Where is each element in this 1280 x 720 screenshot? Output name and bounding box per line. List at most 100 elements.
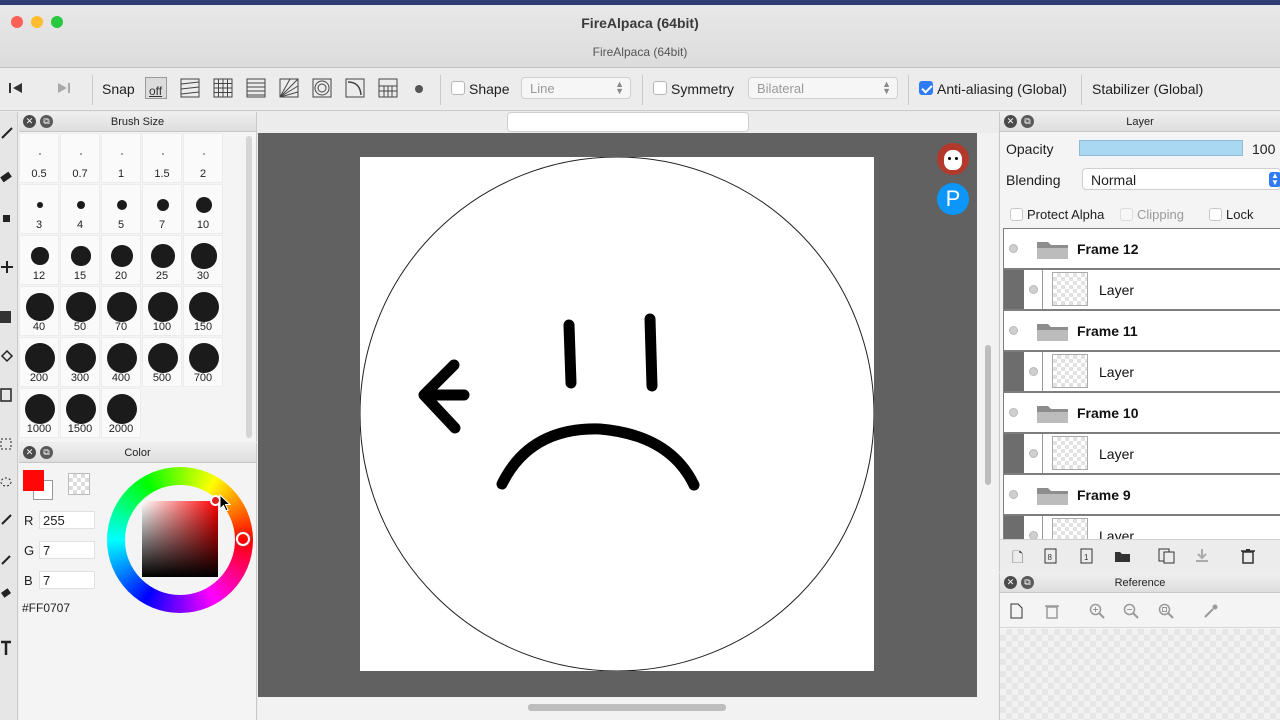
snap-circle-icon[interactable] bbox=[311, 77, 333, 99]
visibility-toggle-icon[interactable] bbox=[1009, 490, 1018, 499]
select-eraser-tool-icon[interactable] bbox=[0, 586, 14, 600]
layer-row[interactable]: Layer bbox=[1003, 269, 1280, 310]
brush-size-option[interactable]: 1.5 bbox=[142, 133, 182, 183]
merge-down-icon[interactable] bbox=[1194, 548, 1210, 564]
brush-size-option[interactable]: 4 bbox=[60, 184, 100, 234]
primary-color-swatch[interactable] bbox=[23, 470, 44, 491]
text-tool-icon[interactable] bbox=[0, 640, 14, 656]
visibility-toggle-icon[interactable] bbox=[1009, 244, 1018, 253]
hue-picker-handle[interactable] bbox=[236, 532, 250, 546]
brush-size-option[interactable]: 25 bbox=[142, 235, 182, 285]
zoom-in-icon[interactable] bbox=[1089, 603, 1105, 619]
select-tool-icon[interactable] bbox=[0, 438, 14, 452]
fit-zoom-icon[interactable] bbox=[1158, 603, 1174, 619]
previous-frame-icon[interactable] bbox=[8, 81, 24, 95]
magic-wand-tool-icon[interactable] bbox=[0, 512, 14, 526]
protect-alpha-checkbox[interactable] bbox=[1010, 208, 1023, 221]
visibility-toggle-icon[interactable] bbox=[1009, 326, 1018, 335]
brush-size-option[interactable]: 12 bbox=[19, 235, 59, 285]
brush-size-option[interactable]: 500 bbox=[142, 337, 182, 387]
brush-size-option[interactable]: 50 bbox=[60, 286, 100, 336]
close-panel-icon[interactable]: ✕ bbox=[23, 446, 36, 459]
brush-size-option[interactable]: 5 bbox=[101, 184, 141, 234]
select-pen-tool-icon[interactable] bbox=[0, 552, 14, 566]
brush-size-option[interactable]: 2 bbox=[183, 133, 223, 183]
drawing-canvas[interactable] bbox=[360, 157, 874, 671]
snap-cross-icon[interactable] bbox=[245, 77, 267, 99]
close-panel-icon[interactable]: ✕ bbox=[23, 115, 36, 128]
canvas-vertical-scrollbar[interactable] bbox=[977, 133, 998, 697]
detach-panel-icon[interactable]: ⧉ bbox=[1021, 115, 1034, 128]
blue-value-field[interactable]: 7 bbox=[39, 571, 95, 589]
duplicate-layer-icon[interactable] bbox=[1158, 548, 1176, 564]
dot-tool-icon[interactable] bbox=[0, 212, 14, 226]
detach-panel-icon[interactable]: ⧉ bbox=[1021, 576, 1034, 589]
pixiv-icon[interactable]: P bbox=[937, 183, 969, 215]
eyedropper-icon[interactable] bbox=[1203, 603, 1219, 619]
symmetry-checkbox[interactable] bbox=[653, 81, 667, 95]
symmetry-select[interactable]: Bilateral ▲ ▼ bbox=[748, 77, 898, 99]
new-folder-icon[interactable] bbox=[1114, 549, 1132, 563]
close-panel-icon[interactable]: ✕ bbox=[1004, 576, 1017, 589]
layer-folder-row[interactable]: Frame 11 bbox=[1003, 310, 1280, 351]
layer-row[interactable]: Layer bbox=[1003, 515, 1280, 539]
antialiasing-checkbox[interactable] bbox=[919, 81, 933, 95]
red-value-field[interactable]: 255 bbox=[39, 511, 95, 529]
transparent-color-swatch[interactable] bbox=[68, 473, 90, 495]
close-panel-icon[interactable]: ✕ bbox=[1004, 115, 1017, 128]
brush-size-scrollbar[interactable] bbox=[246, 136, 252, 438]
new-layer-icon[interactable]: 🗋 bbox=[1012, 547, 1023, 571]
stabilizer-label[interactable]: Stabilizer (Global) bbox=[1092, 81, 1203, 97]
snap-parallel-icon[interactable] bbox=[179, 77, 201, 99]
layer-row[interactable]: Layer bbox=[1003, 433, 1280, 474]
detach-panel-icon[interactable]: ⧉ bbox=[40, 446, 53, 459]
brush-size-option[interactable]: 1000 bbox=[19, 388, 59, 438]
lock-checkbox[interactable] bbox=[1209, 208, 1222, 221]
brush-size-option[interactable]: 1 bbox=[101, 133, 141, 183]
open-reference-icon[interactable] bbox=[1010, 603, 1024, 619]
alpaca-icon[interactable] bbox=[937, 143, 969, 175]
brush-size-option[interactable]: 200 bbox=[19, 337, 59, 387]
move-tool-icon[interactable] bbox=[0, 260, 14, 274]
brush-size-option[interactable]: 10 bbox=[183, 184, 223, 234]
bucket-tool-icon[interactable] bbox=[0, 350, 14, 364]
zoom-out-icon[interactable] bbox=[1123, 603, 1139, 619]
horizontal-scroll-thumb[interactable] bbox=[528, 704, 726, 711]
brush-size-option[interactable]: 40 bbox=[19, 286, 59, 336]
brush-size-option[interactable]: 150 bbox=[183, 286, 223, 336]
brush-size-option[interactable]: 7 bbox=[142, 184, 182, 234]
opacity-slider[interactable] bbox=[1079, 140, 1243, 156]
snap-settings-dot-icon[interactable] bbox=[415, 85, 423, 93]
brush-size-option[interactable]: 100 bbox=[142, 286, 182, 336]
brush-size-option[interactable]: 300 bbox=[60, 337, 100, 387]
layer-folder-row[interactable]: Frame 12 bbox=[1003, 228, 1280, 269]
brush-size-option[interactable]: 70 bbox=[101, 286, 141, 336]
visibility-toggle-icon[interactable] bbox=[1029, 285, 1038, 294]
green-value-field[interactable]: 7 bbox=[39, 541, 95, 559]
delete-reference-icon[interactable] bbox=[1044, 603, 1060, 619]
brush-size-option[interactable]: 400 bbox=[101, 337, 141, 387]
snap-perspective-icon[interactable] bbox=[377, 77, 399, 99]
canvas-tab[interactable] bbox=[507, 112, 749, 132]
new-8bit-layer-icon[interactable]: 8 bbox=[1044, 548, 1058, 564]
snap-off-button[interactable]: off bbox=[145, 77, 167, 99]
brush-size-option[interactable]: 0.5 bbox=[19, 133, 59, 183]
brush-size-option[interactable]: 1500 bbox=[60, 388, 100, 438]
visibility-toggle-icon[interactable] bbox=[1029, 531, 1038, 539]
saturation-value-square[interactable] bbox=[142, 501, 218, 577]
detach-panel-icon[interactable]: ⧉ bbox=[40, 115, 53, 128]
next-frame-icon[interactable] bbox=[56, 81, 72, 95]
reference-view[interactable] bbox=[1000, 629, 1280, 720]
snap-radial-icon[interactable] bbox=[278, 77, 300, 99]
shape-select[interactable]: Line ▲ ▼ bbox=[521, 77, 631, 99]
brush-size-option[interactable]: 15 bbox=[60, 235, 100, 285]
brush-size-option[interactable]: 20 bbox=[101, 235, 141, 285]
visibility-toggle-icon[interactable] bbox=[1009, 408, 1018, 417]
snap-grid-icon[interactable] bbox=[212, 77, 234, 99]
vertical-scroll-thumb[interactable] bbox=[985, 345, 991, 485]
canvas-horizontal-scrollbar[interactable] bbox=[258, 697, 998, 720]
new-1bit-layer-icon[interactable]: 1 bbox=[1080, 548, 1094, 564]
shape-checkbox[interactable] bbox=[451, 81, 465, 95]
gradation-tool-icon[interactable] bbox=[0, 388, 14, 402]
clipping-checkbox[interactable] bbox=[1120, 208, 1133, 221]
